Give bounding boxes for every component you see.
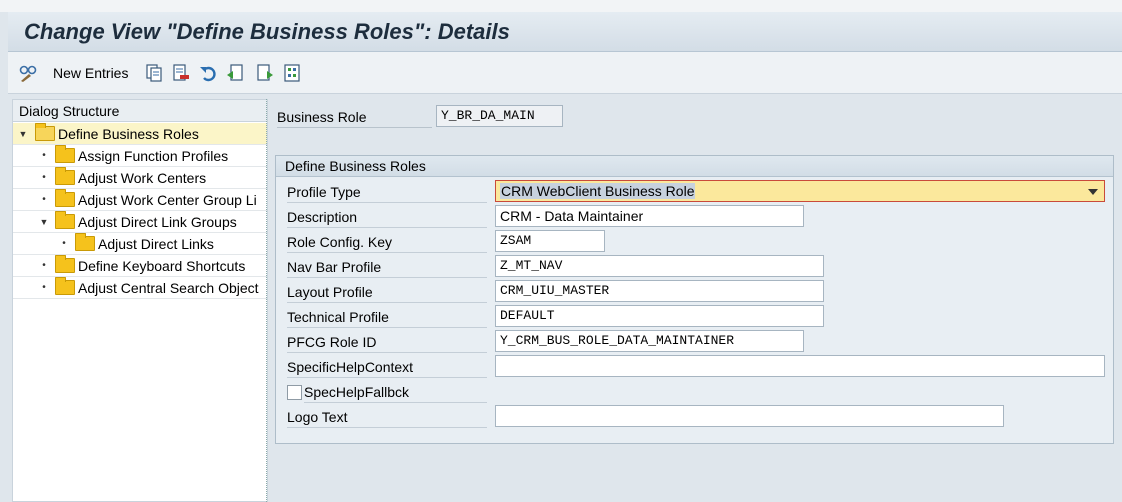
- tree-item-label: Adjust Work Centers: [78, 170, 207, 186]
- previous-entry-button[interactable]: [225, 62, 245, 84]
- new-entries-button[interactable]: New Entries: [39, 62, 128, 84]
- folder-icon: [55, 277, 75, 295]
- toolbar: New Entries: [8, 52, 1122, 94]
- top-strip: [0, 0, 1122, 12]
- tree-item-label: Adjust Direct Links: [98, 236, 214, 252]
- bullet-icon: •: [42, 172, 46, 183]
- undo-icon: [200, 66, 216, 82]
- bullet-icon: •: [42, 282, 46, 293]
- tree-item-define-business-roles[interactable]: ▼ Define Business Roles: [13, 123, 267, 145]
- select-block-icon: [284, 64, 300, 82]
- tree-item-label: Assign Function Profiles: [78, 148, 229, 164]
- delete-icon: [173, 64, 189, 81]
- next-entry-icon: [257, 64, 273, 81]
- page-title: Change View "Define Business Roles": Det…: [24, 19, 510, 44]
- expand-arrow-icon[interactable]: ▼: [39, 211, 49, 233]
- spec-help-fallback-checkbox[interactable]: [287, 385, 302, 400]
- tree-item-label: Define Business Roles: [58, 126, 199, 142]
- business-role-label: Business Role: [277, 106, 432, 128]
- folder-open-icon: [35, 123, 55, 141]
- folder-icon: [55, 167, 75, 185]
- tree-item-label: Define Keyboard Shortcuts: [78, 258, 246, 274]
- role-config-key-field[interactable]: ZSAM: [495, 230, 605, 252]
- tree-item-adjust-work-center-group-links[interactable]: • Adjust Work Center Group Li: [13, 189, 267, 211]
- layout-profile-field[interactable]: CRM_UIU_MASTER: [495, 280, 824, 302]
- nav-bar-profile-field[interactable]: Z_MT_NAV: [495, 255, 824, 277]
- display-change-button[interactable]: [18, 62, 38, 84]
- profile-type-dropdown[interactable]: CRM WebClient Business Role: [495, 180, 1105, 202]
- new-entries-label: New Entries: [53, 65, 129, 81]
- bullet-icon: •: [62, 238, 66, 249]
- prev-entry-icon: [227, 64, 243, 81]
- title-bar: Change View "Define Business Roles": Det…: [8, 12, 1122, 52]
- copy-button[interactable]: [144, 62, 164, 84]
- technical-profile-label: Technical Profile: [287, 306, 487, 328]
- tree-item-label: Adjust Central Search Object: [78, 280, 259, 296]
- tree-item-adjust-direct-link-groups[interactable]: ▼ Adjust Direct Link Groups: [13, 211, 267, 233]
- tree-item-adjust-central-search-object[interactable]: • Adjust Central Search Object: [13, 277, 267, 299]
- folder-icon: [55, 255, 75, 273]
- logo-text-field[interactable]: [495, 405, 1004, 427]
- profile-type-label: Profile Type: [287, 181, 487, 203]
- copy-icon: [146, 64, 162, 82]
- specific-help-context-field[interactable]: [495, 355, 1105, 377]
- specific-help-context-label: SpecificHelpContext: [287, 356, 487, 378]
- glasses-icon: [19, 65, 37, 82]
- group-title: Define Business Roles: [276, 156, 1113, 177]
- tree-item-adjust-work-centers[interactable]: • Adjust Work Centers: [13, 167, 267, 189]
- spec-help-fallback-label: SpecHelpFallbck: [304, 381, 487, 403]
- folder-icon: [55, 145, 75, 163]
- bullet-icon: •: [42, 150, 46, 161]
- bullet-icon: •: [42, 260, 46, 271]
- folder-icon: [75, 233, 95, 251]
- pfcg-role-id-label: PFCG Role ID: [287, 331, 487, 353]
- nav-bar-profile-label: Nav Bar Profile: [287, 256, 487, 278]
- dialog-structure-panel: Dialog Structure ▼ Define Business Roles…: [12, 99, 268, 502]
- technical-profile-field[interactable]: DEFAULT: [495, 305, 824, 327]
- tree-item-assign-function-profiles[interactable]: • Assign Function Profiles: [13, 145, 267, 167]
- business-role-field[interactable]: Y_BR_DA_MAIN: [436, 105, 563, 127]
- tree-item-label: Adjust Work Center Group Li: [78, 192, 257, 208]
- next-entry-button[interactable]: [255, 62, 275, 84]
- panel-resizer[interactable]: [266, 99, 269, 502]
- layout-profile-label: Layout Profile: [287, 281, 487, 303]
- define-business-roles-group: Define Business Roles Profile Type CRM W…: [275, 155, 1114, 444]
- delete-button[interactable]: [171, 62, 191, 84]
- bullet-icon: •: [42, 194, 46, 205]
- role-config-key-label: Role Config. Key: [287, 231, 487, 253]
- expand-arrow-icon[interactable]: ▼: [18, 123, 28, 145]
- tree-item-define-keyboard-shortcuts[interactable]: • Define Keyboard Shortcuts: [13, 255, 267, 277]
- profile-type-value: CRM WebClient Business Role: [500, 183, 696, 199]
- folder-icon: [55, 211, 75, 229]
- chevron-down-icon[interactable]: [1088, 189, 1098, 195]
- description-field[interactable]: CRM - Data Maintainer: [495, 205, 804, 227]
- description-label: Description: [287, 206, 487, 228]
- logo-text-label: Logo Text: [287, 406, 487, 428]
- tree-item-label: Adjust Direct Link Groups: [78, 214, 237, 230]
- dialog-structure-header: Dialog Structure: [13, 100, 267, 122]
- undo-button[interactable]: [198, 62, 218, 84]
- pfcg-role-id-field[interactable]: Y_CRM_BUS_ROLE_DATA_MAINTAINER: [495, 330, 804, 352]
- folder-icon: [55, 189, 75, 207]
- tree-item-adjust-direct-links[interactable]: • Adjust Direct Links: [13, 233, 267, 255]
- select-block-button[interactable]: [282, 62, 302, 84]
